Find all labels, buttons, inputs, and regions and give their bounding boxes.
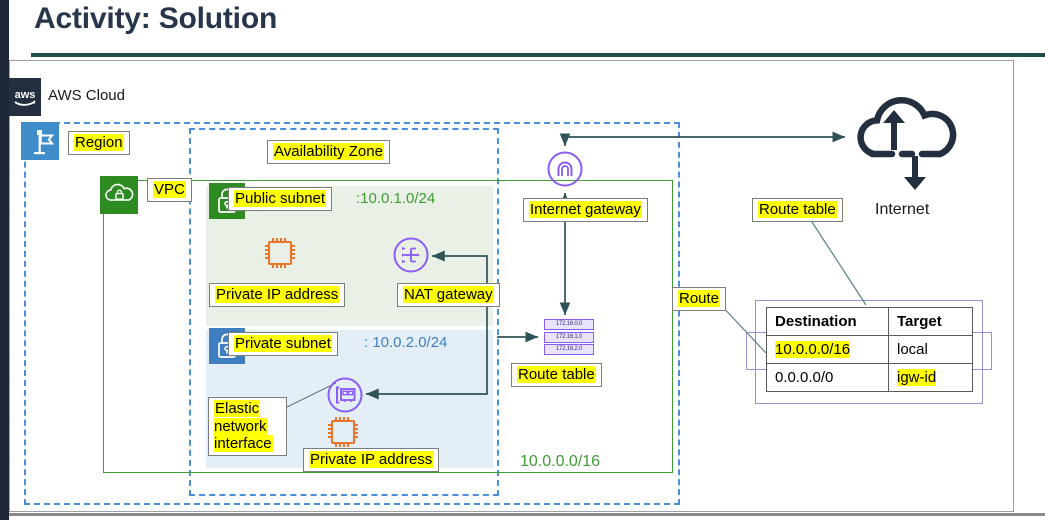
aws-logo-icon: aws <box>9 78 41 116</box>
route-table-icon-row: 172.16.2.0 <box>544 344 594 355</box>
route-table-callout: Route table <box>752 198 843 222</box>
internet-cloud-icon <box>852 88 960 205</box>
internet-gateway-callout: Internet gateway <box>523 198 648 222</box>
title-divider <box>31 53 1045 57</box>
svg-text:aws: aws <box>15 89 36 101</box>
table-header-row: Destination Target <box>766 307 973 336</box>
vpc-label: VPC <box>147 178 192 202</box>
vpc-cidr-label: 10.0.0.0/16 <box>520 453 601 470</box>
cell-target: local <box>888 335 973 364</box>
internet-gateway-icon <box>546 150 584 193</box>
region-flag-icon <box>21 122 59 160</box>
public-subnet-label: Public subnet <box>228 187 333 211</box>
route-table-icon-row: 172.16.0.0 <box>544 319 594 330</box>
availability-zone-label: Availability Zone <box>267 140 390 164</box>
table-row: 10.0.0.0/16 local <box>766 335 973 364</box>
column-header-destination: Destination <box>766 307 889 336</box>
cell-destination: 0.0.0.0/0 <box>766 363 889 392</box>
cell-destination: 10.0.0.0/16 <box>766 335 889 364</box>
route-table-icon-row: 172.16.1.0 <box>544 331 594 343</box>
bottom-divider <box>9 513 1045 516</box>
table-row: 0.0.0.0/0 igw-id <box>766 363 973 392</box>
public-subnet-cidr-label: :10.0.1.0/24 <box>356 190 436 207</box>
page-title: Activity: Solution <box>34 2 278 35</box>
eni-callout: Elastic network interface <box>208 397 287 457</box>
route-table: Destination Target 10.0.0.0/16 local 0.0… <box>766 307 973 392</box>
private-subnet-cidr-label: : 10.0.2.0/24 <box>364 334 448 351</box>
vpc-cloud-lock-icon <box>100 176 138 214</box>
ec2-instance-icon <box>259 232 301 279</box>
nat-gateway-icon <box>392 236 430 279</box>
route-table-icon: 172.16.0.0 172.16.1.0 172.16.2.0 <box>544 319 594 357</box>
aws-cloud-label: AWS Cloud <box>48 87 125 104</box>
vpc-route-table-callout: Route table <box>511 363 602 387</box>
private-ip-address-callout-public: Private IP address <box>209 283 346 307</box>
region-label: Region <box>68 131 130 155</box>
cell-target: igw-id <box>888 363 973 392</box>
nat-gateway-callout: NAT gateway <box>397 283 500 307</box>
slide-left-accent-bar <box>0 0 9 520</box>
private-subnet-label: Private subnet <box>228 332 338 356</box>
column-header-target: Target <box>888 307 973 336</box>
route-callout: Route <box>672 287 727 311</box>
private-ip-address-callout-private: Private IP address <box>303 448 440 472</box>
